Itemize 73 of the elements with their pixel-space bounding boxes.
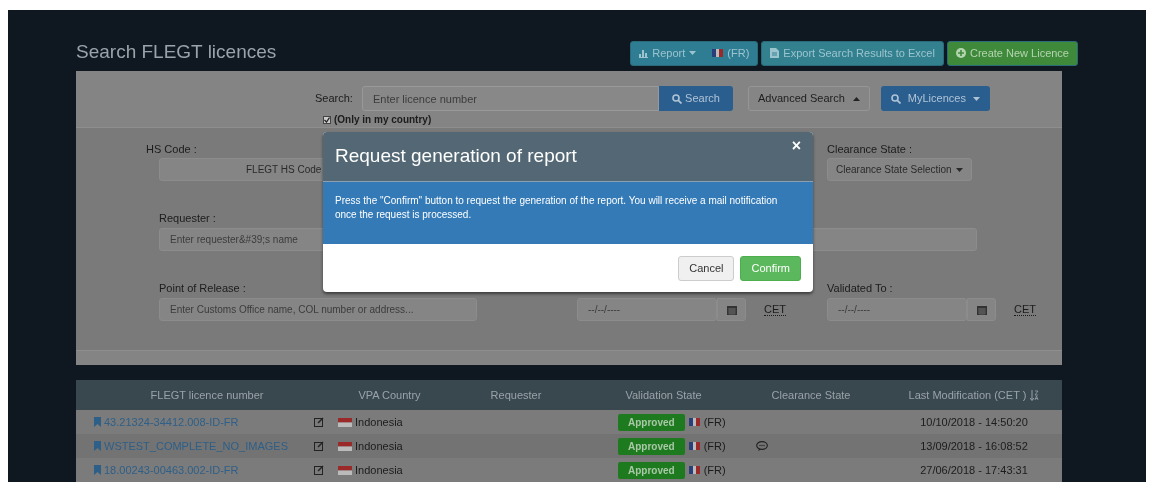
flag-icon: [338, 417, 352, 427]
speech-bubble-icon[interactable]: [756, 441, 768, 451]
bar-chart-icon: [639, 48, 649, 58]
edit-icon[interactable]: [314, 441, 324, 451]
field-label: Point of Release :: [159, 281, 246, 296]
report-button[interactable]: Report (FR): [630, 40, 759, 66]
date-field[interactable]: --/--/----: [577, 298, 717, 321]
column-header: Validation State: [625, 387, 702, 403]
page-title: Search FLEGT licences: [76, 39, 277, 64]
flag-icon: [688, 442, 700, 450]
table-cell-text: (FR): [703, 438, 726, 454]
checkbox-label: (Only in my country): [334, 113, 432, 127]
calendar-button[interactable]: [967, 298, 996, 321]
clearance-state-dropdown[interactable]: Clearance State Selection: [827, 158, 972, 181]
bookmark-icon: [94, 465, 101, 475]
column-header: VPA Country: [358, 387, 421, 403]
search-icon: [672, 93, 683, 104]
status-badge: Approved: [618, 437, 685, 455]
document-icon: [770, 48, 780, 58]
export-button[interactable]: Export Search Results to Excel: [761, 40, 944, 66]
caret-icon: [852, 96, 860, 101]
checkmark-icon: [324, 116, 330, 123]
table-cell-text: 13/09/2018 - 16:08:52: [920, 438, 1028, 454]
sort-icon: [1030, 389, 1040, 401]
column-header: FLEGT licence number: [150, 387, 264, 403]
field-label: Validated To :: [827, 281, 893, 296]
edit-icon[interactable]: [314, 417, 324, 427]
table-cell-text: (FR): [703, 462, 726, 478]
edit-icon[interactable]: [314, 465, 324, 475]
calendar-icon: [726, 304, 737, 315]
table-cell-text: Indonesia: [355, 414, 403, 430]
search-field[interactable]: Enter licence number: [362, 86, 659, 111]
flag-icon: [688, 466, 700, 474]
table-cell-text: Indonesia: [355, 462, 403, 478]
flag-icon: [712, 49, 724, 57]
field-label: HS Code :: [146, 142, 197, 157]
advanced-search-button[interactable]: Advanced Search: [748, 86, 870, 111]
caret-icon: [972, 96, 980, 101]
date-field[interactable]: --/--/----: [827, 298, 967, 321]
table-cell-text: 27/06/2018 - 17:43:31: [920, 462, 1028, 478]
search-button[interactable]: Search: [659, 86, 733, 111]
calendar-button[interactable]: [717, 298, 746, 321]
flag-icon: [338, 441, 352, 451]
status-badge: Approved: [618, 413, 685, 431]
bookmark-icon: [94, 417, 101, 427]
column-header: Requester: [490, 387, 542, 403]
flag-icon: [688, 418, 700, 426]
bookmark-icon: [94, 441, 101, 451]
status-badge: Approved: [618, 461, 685, 479]
calendar-icon: [976, 304, 987, 315]
close-button[interactable]: ×: [791, 138, 801, 154]
flag-icon: [338, 465, 352, 475]
caret-icon: [689, 51, 697, 55]
my-licences-button[interactable]: MyLicences: [880, 86, 990, 111]
checkbox[interactable]: [323, 115, 331, 124]
timezone-label: CET: [764, 303, 786, 316]
create-button[interactable]: Create New Licence: [946, 40, 1078, 66]
column-header: Last Modification (CET ): [908, 387, 1027, 403]
column-header: Clearance State: [771, 387, 851, 403]
confirm-button[interactable]: Confirm: [740, 255, 801, 281]
table-cell-text: (FR): [703, 414, 726, 430]
search-label: Search:: [315, 91, 354, 107]
table-cell-text: 10/10/2018 - 14:50:20: [920, 414, 1028, 430]
field-label: Requester :: [159, 211, 216, 226]
point-of-release-field[interactable]: Enter Customs Office name, COL number or address...: [159, 298, 477, 321]
field-label: Clearance State :: [827, 142, 912, 157]
timezone-label: CET: [1014, 303, 1036, 316]
modal-message: Press the "Confirm" button to request the generation of the report. You will receive a mail notification once the request is processed.: [335, 194, 779, 222]
caret-icon: [955, 167, 963, 172]
table-cell-text: Indonesia: [355, 438, 403, 454]
plus-circle-icon: [955, 48, 966, 58]
cancel-button[interactable]: Cancel: [678, 255, 735, 281]
search-icon: [890, 93, 901, 104]
